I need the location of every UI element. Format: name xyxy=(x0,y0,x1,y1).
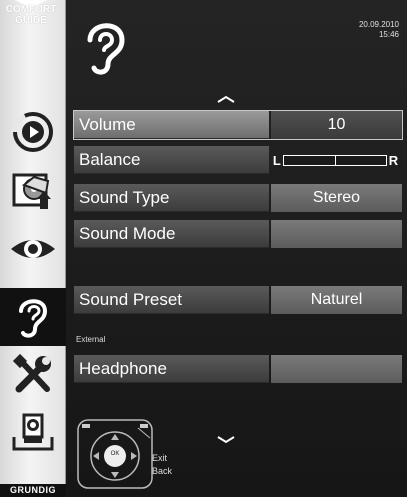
brand-logo: GRUNDIG xyxy=(0,484,66,497)
side-item-network[interactable] xyxy=(0,404,66,462)
scroll-up-icon[interactable] xyxy=(216,95,236,103)
sound-type-label: Sound Type xyxy=(74,184,269,212)
sound-mode-value[interactable] xyxy=(271,220,402,248)
picture-eye-icon xyxy=(11,240,55,258)
side-menu: COMFORT GUIDE GRUNDIG xyxy=(0,0,66,497)
date-time: 20.09.2010 15:46 xyxy=(359,20,399,40)
sound-mode-row[interactable]: Sound Mode xyxy=(74,220,402,248)
ok-button[interactable]: OK xyxy=(108,451,122,457)
source-play-icon xyxy=(12,112,53,152)
side-item-sound[interactable] xyxy=(0,288,66,346)
sound-preset-label: Sound Preset xyxy=(74,286,269,314)
sound-mode-label: Sound Mode xyxy=(74,220,269,248)
volume-value[interactable]: 10 xyxy=(271,111,402,139)
current-time: 15:46 xyxy=(378,30,399,39)
exit-hint: Exit xyxy=(152,453,168,463)
sound-preset-row[interactable]: Sound Preset Naturel xyxy=(74,286,402,314)
media-folder-icon xyxy=(12,173,51,209)
comfort-guide-line2: GUIDE xyxy=(15,15,47,26)
comfort-guide-label[interactable]: COMFORT GUIDE xyxy=(0,4,62,26)
volume-label: Volume xyxy=(74,111,269,139)
sound-type-value[interactable]: Stereo xyxy=(271,184,402,212)
volume-row[interactable]: Volume 10 xyxy=(73,110,403,140)
balance-right-label: R xyxy=(388,152,399,168)
settings-tools-icon xyxy=(12,353,51,393)
balance-control[interactable]: L R xyxy=(269,146,402,174)
current-date: 20.09.2010 xyxy=(358,20,399,29)
sound-menu-panel: 20.09.2010 15:46 Volume 10 Balance L R S… xyxy=(66,0,407,497)
sound-preset-value[interactable]: Naturel xyxy=(271,286,402,314)
side-item-picture[interactable] xyxy=(0,220,66,278)
external-section-label: External xyxy=(76,335,106,344)
sound-ear-icon xyxy=(19,299,48,338)
side-item-media[interactable] xyxy=(0,161,66,219)
sound-ear-icon xyxy=(87,23,125,75)
balance-slider[interactable] xyxy=(282,154,387,166)
side-item-settings[interactable] xyxy=(0,346,66,404)
balance-label: Balance xyxy=(74,146,269,174)
comfort-guide-line1: COMFORT xyxy=(5,4,57,15)
balance-center-marker xyxy=(334,155,336,165)
headphone-label: Headphone xyxy=(74,355,269,383)
scroll-down-icon[interactable] xyxy=(216,436,236,444)
sound-type-row[interactable]: Sound Type Stereo xyxy=(74,184,402,212)
headphone-value[interactable] xyxy=(271,355,402,383)
balance-left-label: L xyxy=(272,152,281,168)
headphone-row[interactable]: Headphone xyxy=(74,355,402,383)
back-hint: Back xyxy=(152,466,173,476)
side-item-source[interactable] xyxy=(0,103,66,161)
balance-row[interactable]: Balance L R xyxy=(74,146,402,174)
network-globe-icon xyxy=(12,413,54,451)
